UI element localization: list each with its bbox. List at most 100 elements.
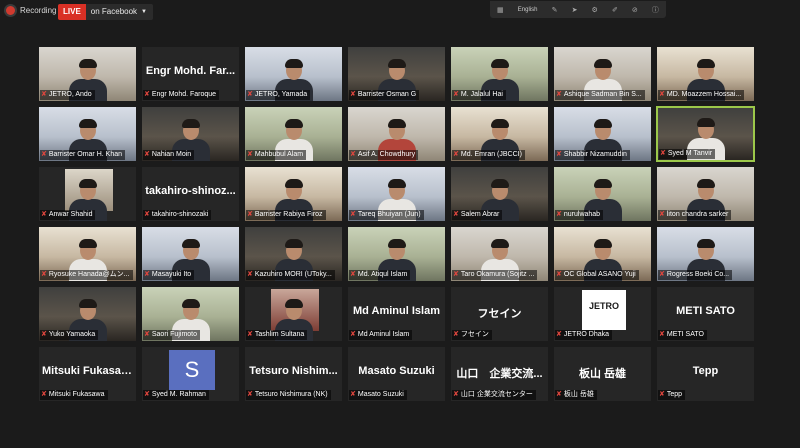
participant-tile[interactable]: S ✘ Syed M. Rahman [141,346,240,402]
participant-name-label: ✘ Tashlim Sultana [246,330,308,340]
stream-target-dropdown[interactable]: on Facebook ▼ [85,4,153,20]
participant-name-label: ✘ Engr Mohd. Faroque [143,90,220,100]
mic-muted-icon: ✘ [556,331,562,338]
participant-tile[interactable]: ✘ Md. Emran (JBCCI) [450,106,549,162]
participant-name-label: ✘ liton chandra sarker [658,210,732,220]
participant-tile[interactable]: ✘ Taro Okamura (Sojitz ... [450,226,549,282]
participant-tile[interactable]: 板山 岳雄 ✘ 板山 岳雄 [553,346,652,402]
participant-tile[interactable]: ✘ Barrister Osman G [347,46,446,102]
participant-tile[interactable]: ✘ MD. Moazzem Hossai... [656,46,755,102]
participant-name: Barrister Omar H. Khan [48,151,123,158]
participant-name-label: ✘ Syed M Tanvir [659,149,716,159]
participant-tile[interactable]: ✘ nurulwahab [553,166,652,222]
pen-icon[interactable]: ✎ [552,6,558,14]
participant-name: Taro Okamura (Sojitz ... [460,271,535,278]
participant-tile[interactable]: ✘ Ryosuke Hanada@ムン... [38,226,137,282]
participant-tile[interactable]: ✘ M. Jalalul Hai [450,46,549,102]
participant-name-label: ✘ Md. Atiqul Islam [349,270,411,280]
participant-tile[interactable]: Md Aminul Islam ✘ Md Aminul Islam [347,286,446,342]
mic-muted-icon: ✘ [350,271,356,278]
participant-tile[interactable]: Tetsuro Nishim... ✘ Tetsuro Nishimura (NK) [244,346,343,402]
avatar: S [169,350,215,390]
participant-tile[interactable]: ✘ Nahian Moin [141,106,240,162]
participant-display-name: Tepp [692,365,719,377]
participant-tile[interactable]: ✘ Anwar Shahid [38,166,137,222]
mic-muted-icon: ✘ [144,391,150,398]
edit-icon[interactable]: ✐ [612,6,618,14]
participant-name-label: ✘ M. Jalalul Hai [452,90,506,100]
participant-name-label: ✘ Asif A. Chowdhury [349,150,419,160]
participant-name-label: ✘ Md Aminul Islam [349,330,413,340]
mic-muted-icon: ✘ [350,91,356,98]
participant-tile[interactable]: ✘ Kazuhiro MORI (UToky... [244,226,343,282]
participant-tile[interactable]: Masato Suzuki ✘ Masato Suzuki [347,346,446,402]
participant-tile[interactable]: ✘ Tashlim Sultana [244,286,343,342]
participant-tile[interactable]: ✘ liton chandra sarker [656,166,755,222]
mic-muted-icon: ✘ [350,391,356,398]
participant-tile[interactable]: ✘ Barrister Rabiya Firoz [244,166,343,222]
participant-name: Ryosuke Hanada@ムン... [48,271,130,278]
clear-icon[interactable]: ⊘ [632,6,638,14]
participant-name: Shabbir Nizamuddin [563,151,627,158]
gear-icon[interactable]: ⚙ [592,6,598,14]
participant-tile[interactable]: ✘ Ashique Sadman Bin S... [553,46,652,102]
participant-tile[interactable]: ✘ OC Global ASANO Yuji [553,226,652,282]
participant-tile[interactable]: ✘ JETRO, Yamada [244,46,343,102]
participant-tile[interactable]: takahiro-shinoz... ✘ takahiro-shinozaki [141,166,240,222]
mic-muted-icon: ✘ [350,151,356,158]
mic-muted-icon: ✘ [41,391,47,398]
participant-name-label: ✘ フセイン [452,330,492,340]
participant-name-label: ✘ MD. Moazzem Hossai... [658,90,745,100]
participant-tile[interactable]: ✘ Saori Fujimoto [141,286,240,342]
mic-muted-icon: ✘ [350,211,356,218]
participant-name-label: ✘ METI SATO [658,330,707,340]
participant-name-label: ✘ Anwar Shahid [40,210,96,220]
participant-tile[interactable]: ✘ JETRO, Ando [38,46,137,102]
participant-tile[interactable]: 山口 企業交流... ✘ 山口 企業交流センター [450,346,549,402]
participant-tile[interactable]: フセイン ✘ フセイン [450,286,549,342]
participant-name: Saori Fujimoto [151,331,198,338]
participant-tile[interactable]: ✘ Barrister Omar H. Khan [38,106,137,162]
participant-tile[interactable]: ✘ Salem Abrar [450,166,549,222]
recording-dot-icon [6,6,15,15]
info-icon[interactable]: ⓘ [652,5,659,15]
participant-name-label: ✘ Rogress Boeki Co... [658,270,733,280]
participant-tile[interactable]: ✘ Mahbubul Alam [244,106,343,162]
mic-muted-icon: ✘ [247,151,253,158]
live-stream-status[interactable]: LIVE on Facebook ▼ [58,4,153,20]
participant-tile[interactable]: ✘ Asif A. Chowdhury [347,106,446,162]
participant-name: Md. Atiqul Islam [357,271,408,278]
participant-tile[interactable]: ✘ Masayuki Ito [141,226,240,282]
participant-tile[interactable]: ✘ Shabbir Nizamuddin [553,106,652,162]
participant-tile[interactable]: Mitsuki Fukasawa ✘ Mitsuki Fukasawa [38,346,137,402]
recording-indicator[interactable]: Recording [6,6,56,15]
participant-name: フセイン [460,331,489,338]
participant-name: Md Aminul Islam [357,331,410,338]
language-selector[interactable]: English [518,7,538,13]
grid-icon[interactable]: ▦ [497,6,504,14]
participant-tile[interactable]: ✘ Yuko Yamaoka [38,286,137,342]
participant-tile[interactable]: Engr Mohd. Far... ✘ Engr Mohd. Faroque [141,46,240,102]
mic-muted-icon: ✘ [247,271,253,278]
mic-muted-icon: ✘ [41,151,47,158]
participant-tile[interactable]: ✘ Md. Atiqul Islam [347,226,446,282]
mic-muted-icon: ✘ [247,331,253,338]
cursor-icon[interactable]: ➤ [572,6,578,14]
mic-muted-icon: ✘ [659,211,665,218]
participant-tile[interactable]: METI SATO ✘ METI SATO [656,286,755,342]
participant-display-name: METI SATO [676,305,735,317]
participant-tile[interactable]: ✘ Tareq Bhuiyan (Jun) [347,166,446,222]
participant-tile[interactable]: ✘ Rogress Boeki Co... [656,226,755,282]
live-badge: LIVE [58,4,86,20]
mic-muted-icon: ✘ [556,211,562,218]
participant-name: Asif A. Chowdhury [357,151,416,158]
participant-tile[interactable]: Tepp ✘ Tepp [656,346,755,402]
participant-tile[interactable]: ✘ Syed M Tanvir [656,106,755,162]
participant-name: 板山 岳雄 [563,391,594,398]
participant-name: JETRO, Ando [48,91,92,98]
participant-name-label: ✘ Masato Suzuki [349,390,407,400]
participant-name: OC Global ASANO Yuji [563,271,636,278]
participant-gallery: ✘ JETRO, Ando Engr Mohd. Far... ✘ Engr Mohd.… [38,46,762,406]
participant-name: METI SATO [666,331,704,338]
participant-tile[interactable]: JETRO ✘ JETRO Dhaka [553,286,652,342]
